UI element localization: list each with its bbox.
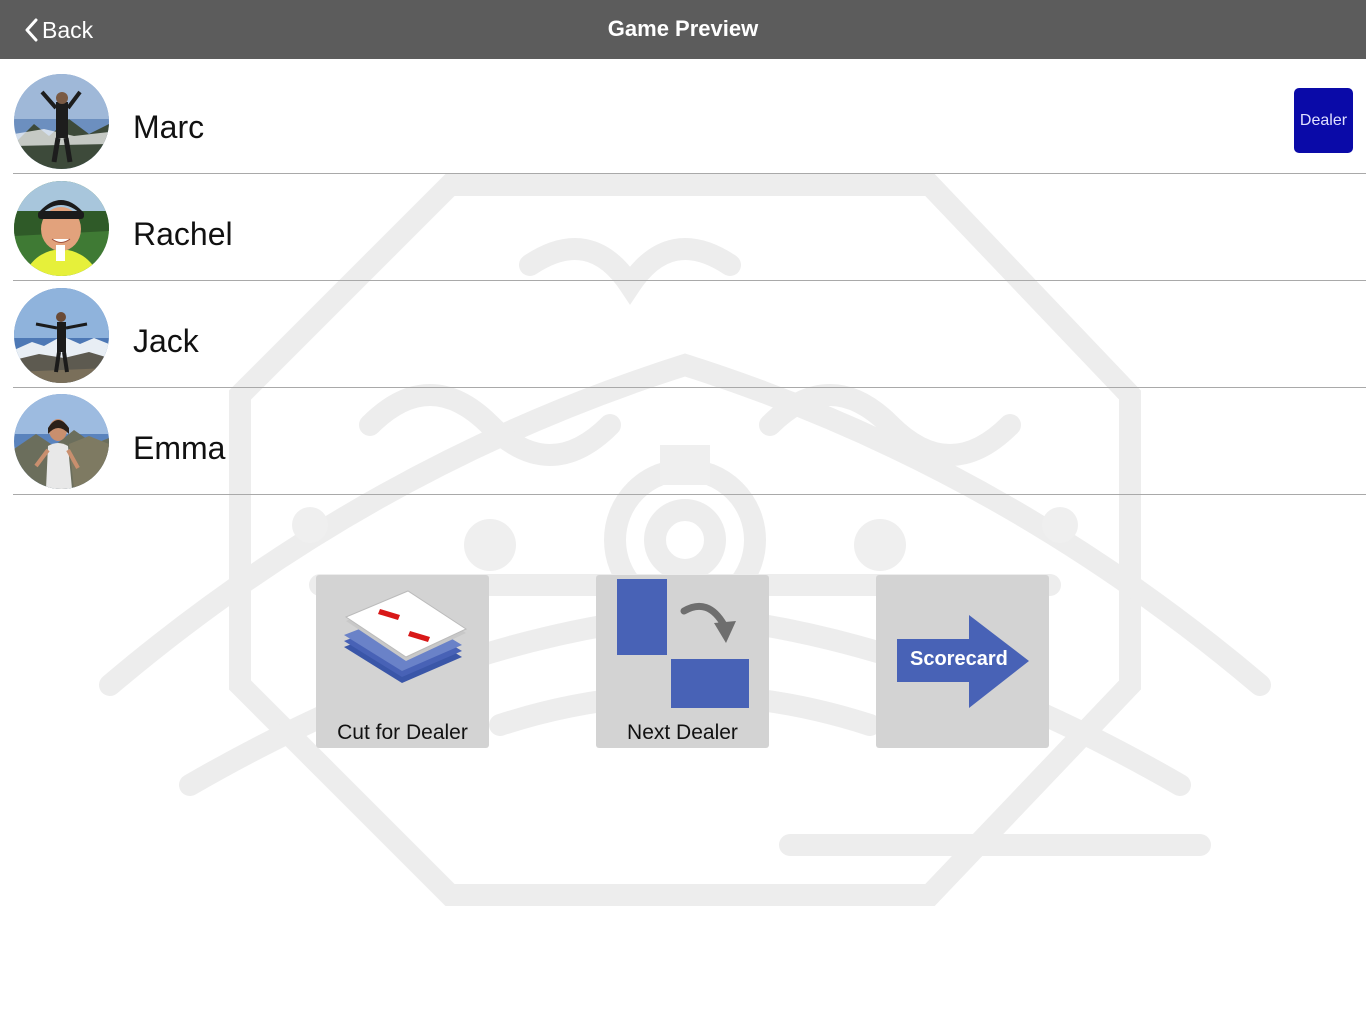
cut-for-dealer-label: Cut for Dealer xyxy=(337,721,468,744)
dealer-badge: Dealer xyxy=(1294,88,1353,153)
card-deck-icon xyxy=(344,590,468,683)
cut-for-dealer-button[interactable]: Cut for Dealer xyxy=(316,575,489,748)
next-dealer-label: Next Dealer xyxy=(627,721,738,744)
avatar xyxy=(14,394,109,489)
navigation-bar: Back Game Preview xyxy=(0,0,1366,59)
player-row-rachel[interactable]: Rachel xyxy=(13,174,1366,281)
player-row-emma[interactable]: Emma xyxy=(13,388,1366,495)
page-title: Game Preview xyxy=(607,16,759,41)
player-name: Emma xyxy=(133,430,226,466)
avatar xyxy=(14,181,109,276)
avatar xyxy=(14,74,109,169)
game-preview-screen: Back Game Preview Marc Dealer Rachel Jac… xyxy=(0,0,1366,1024)
rotate-dealer-icon xyxy=(617,579,749,708)
avatar xyxy=(14,288,109,383)
next-dealer-button[interactable]: Next Dealer xyxy=(596,575,769,748)
player-row-marc[interactable]: Marc Dealer xyxy=(13,67,1366,174)
player-name: Rachel xyxy=(133,216,233,252)
player-name: Jack xyxy=(133,323,199,359)
scorecard-button[interactable]: Scorecard xyxy=(876,575,1049,748)
scorecard-label: Scorecard xyxy=(910,648,1008,670)
player-name: Marc xyxy=(133,109,205,145)
player-row-jack[interactable]: Jack xyxy=(13,281,1366,388)
